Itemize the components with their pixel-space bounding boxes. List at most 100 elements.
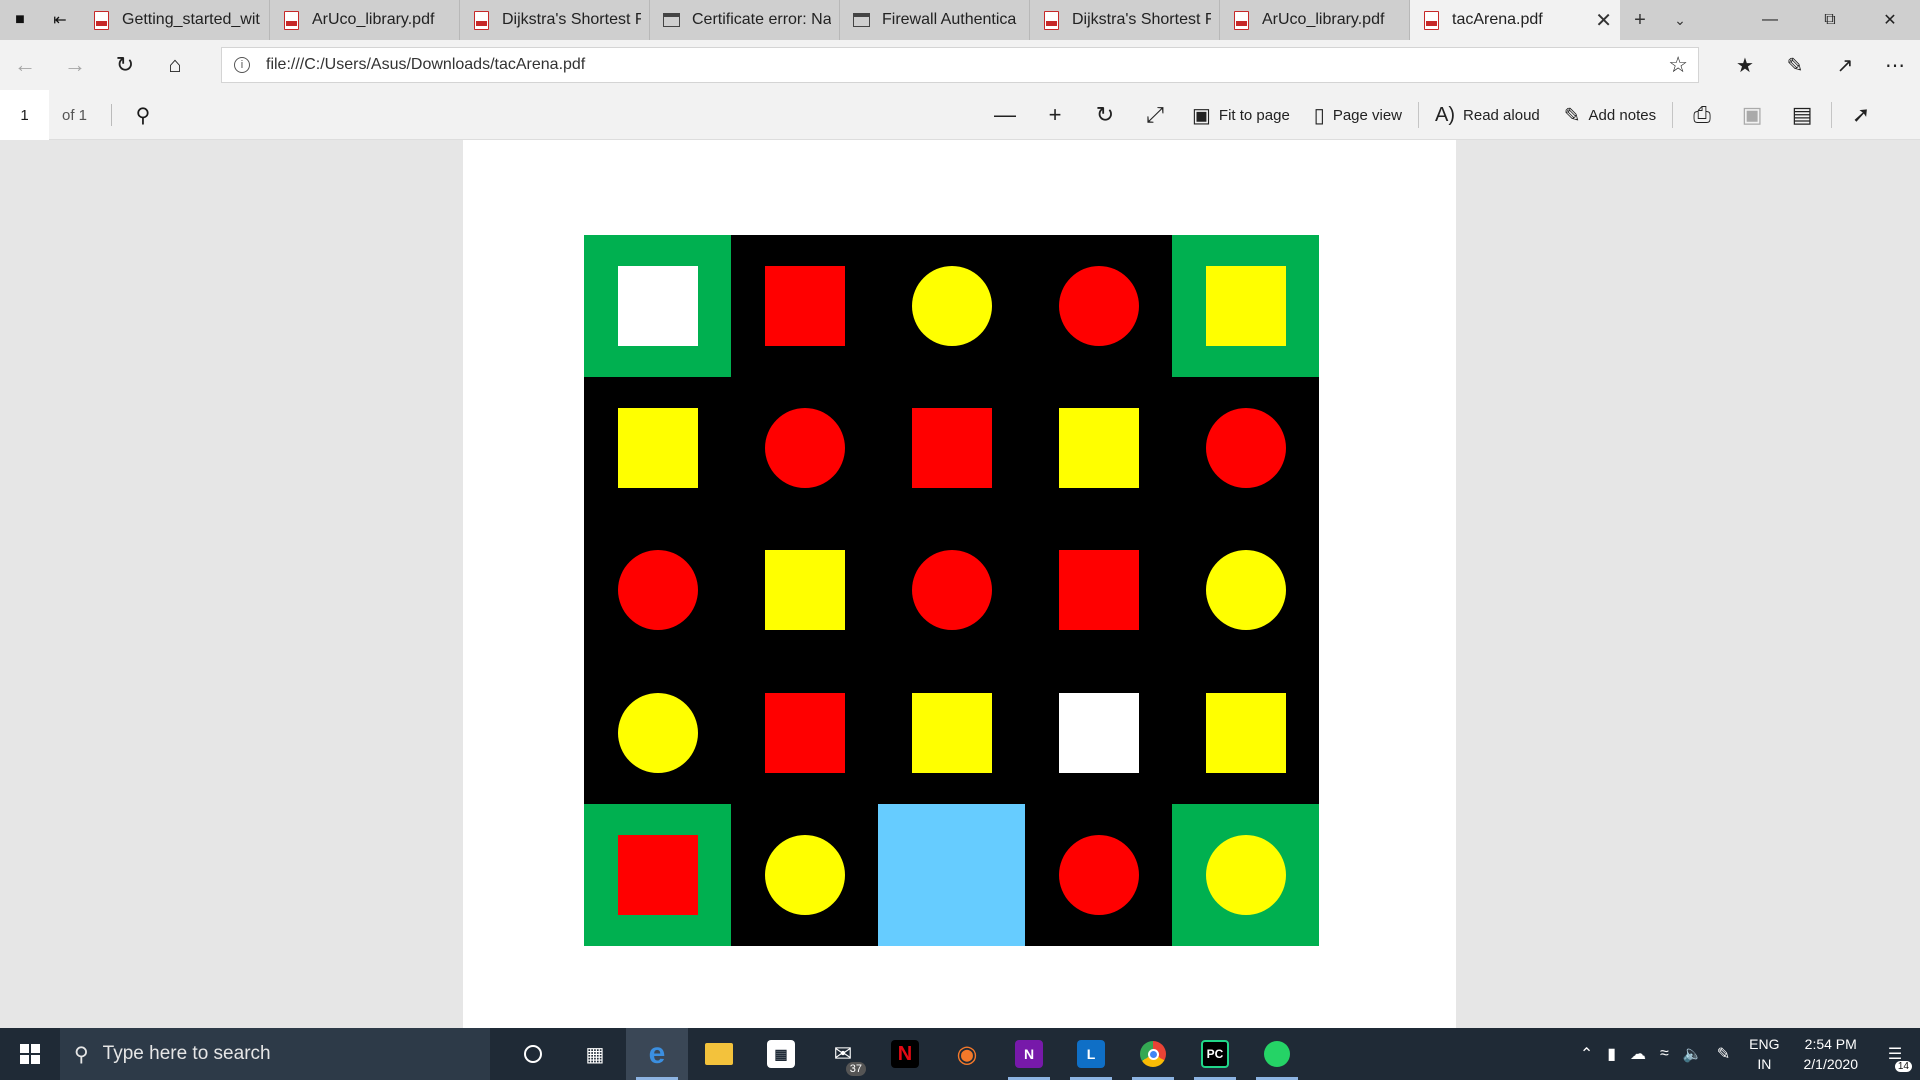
new-tab-icon[interactable]: + xyxy=(1620,0,1660,40)
info-icon[interactable]: i xyxy=(234,57,250,73)
tab-dijkstra-2[interactable]: Dijkstra's Shortest F xyxy=(1030,0,1220,40)
share-icon[interactable]: ↗ xyxy=(1820,40,1870,90)
onenote-icon[interactable]: N xyxy=(998,1028,1060,1080)
task-view-icon[interactable]: ▦ xyxy=(564,1028,626,1080)
arena-cell-r5-c3 xyxy=(878,803,1025,946)
add-notes-button[interactable]: ✎ Add notes xyxy=(1552,90,1668,140)
arena-cell-r4-c4 xyxy=(1025,661,1172,804)
arena-cell-r4-c5 xyxy=(1172,661,1319,804)
url-input[interactable]: i file:///C:/Users/Asus/Downloads/tacAre… xyxy=(221,47,1699,83)
mail-badge: 37 xyxy=(845,1062,866,1076)
arena-cell-r3-c5 xyxy=(1172,519,1319,662)
taskbar-search-box[interactable]: ⚲ Type here to search xyxy=(60,1028,490,1080)
windows-logo-icon xyxy=(20,1044,40,1064)
tab-tacarena[interactable]: tacArena.pdf ✕ xyxy=(1410,0,1620,40)
battery-icon[interactable]: ▮ xyxy=(1600,1028,1623,1080)
tab-aruco-library[interactable]: ArUco_library.pdf xyxy=(270,0,460,40)
chevron-down-icon[interactable]: ⌄ xyxy=(1660,0,1700,40)
yellow-circle xyxy=(1205,834,1286,915)
tab-actions-icon[interactable]: ■ xyxy=(0,0,40,40)
fit-to-page-button[interactable]: ▣ Fit to page xyxy=(1180,90,1302,140)
fullscreen-icon[interactable]: ⤢ xyxy=(1130,90,1180,140)
home-icon[interactable]: ⌂ xyxy=(150,40,200,90)
wifi-icon[interactable]: ≈ xyxy=(1653,1028,1676,1080)
red-circle xyxy=(911,550,992,631)
arena-cell-r3-c3 xyxy=(878,519,1025,662)
store-icon[interactable]: ▦ xyxy=(750,1028,812,1080)
page-view-icon: ▯ xyxy=(1313,104,1325,127)
edge-icon[interactable]: e xyxy=(626,1028,688,1080)
red-square xyxy=(617,834,698,915)
more-icon[interactable]: ⋯ xyxy=(1870,40,1920,90)
chrome-icon[interactable] xyxy=(1122,1028,1184,1080)
red-square xyxy=(911,408,992,489)
forward-arrow-icon[interactable]: → xyxy=(50,40,100,90)
minimize-icon[interactable]: — xyxy=(1740,0,1800,40)
arena-cell-r5-c2 xyxy=(731,803,878,946)
close-tab-icon[interactable]: ✕ xyxy=(1595,8,1612,33)
tab-firewall-auth[interactable]: Firewall Authentica xyxy=(840,0,1030,40)
action-center-icon[interactable]: ☰ 14 xyxy=(1870,1028,1920,1080)
volume-icon[interactable]: 🔈 xyxy=(1676,1028,1710,1080)
zoom-in-icon[interactable]: + xyxy=(1030,90,1080,140)
pin-toolbar-icon[interactable]: ➚ xyxy=(1836,90,1886,140)
tab-certificate-error[interactable]: Certificate error: Na xyxy=(650,0,840,40)
print-icon[interactable]: ⎙ xyxy=(1677,90,1727,140)
mail-icon[interactable]: ✉ 37 xyxy=(812,1028,874,1080)
arena-cell-r5-c5 xyxy=(1172,803,1319,946)
address-bar: ← → ↻ ⌂ i file:///C:/Users/Asus/Download… xyxy=(0,40,1920,90)
arena-grid xyxy=(584,235,1319,946)
show-hidden-icons-icon[interactable]: ⌃ xyxy=(1573,1028,1600,1080)
favorite-star-icon[interactable]: ☆ xyxy=(1668,52,1688,78)
save-as-icon[interactable]: ▤ xyxy=(1777,90,1827,140)
lync-icon[interactable]: L xyxy=(1060,1028,1122,1080)
tab-aruco-library-2[interactable]: ArUco_library.pdf xyxy=(1220,0,1410,40)
rotate-icon[interactable]: ↻ xyxy=(1080,90,1130,140)
cortana-icon[interactable] xyxy=(502,1028,564,1080)
arena-cell-r1-c5 xyxy=(1172,235,1319,378)
yellow-square xyxy=(617,408,698,489)
page-count: of 1 xyxy=(62,106,88,124)
save-icon[interactable]: ▣ xyxy=(1727,90,1777,140)
blender-icon[interactable]: ◉ xyxy=(936,1028,998,1080)
red-square xyxy=(764,266,845,347)
red-square xyxy=(1058,550,1139,631)
yellow-square xyxy=(764,550,845,631)
pen-workspace-icon[interactable]: ✎ xyxy=(1710,1028,1737,1080)
tab-getting-started[interactable]: Getting_started_wit xyxy=(80,0,270,40)
page-number-input[interactable]: 1 xyxy=(0,90,49,140)
close-window-icon[interactable]: ✕ xyxy=(1860,0,1920,40)
start-button[interactable] xyxy=(0,1028,60,1080)
restore-icon[interactable]: ⧉ xyxy=(1800,0,1860,40)
clock[interactable]: 2:54 PM 2/1/2020 xyxy=(1792,1028,1871,1080)
back-arrow-icon[interactable]: ← xyxy=(0,40,50,90)
search-icon[interactable]: ⚲ xyxy=(128,90,158,140)
divider xyxy=(1831,102,1833,128)
favorites-icon[interactable]: ★ xyxy=(1720,40,1770,90)
arena-cell-r5-c1 xyxy=(584,803,731,946)
set-tabs-aside-icon[interactable]: ⇤ xyxy=(40,0,80,40)
language-indicator[interactable]: ENG IN xyxy=(1737,1028,1791,1080)
url-text: file:///C:/Users/Asus/Downloads/tacArena… xyxy=(266,56,586,73)
refresh-icon[interactable]: ↻ xyxy=(100,40,150,90)
pen-icon[interactable]: ✎ xyxy=(1770,40,1820,90)
onedrive-icon[interactable]: ☁ xyxy=(1623,1028,1653,1080)
zoom-out-icon[interactable]: — xyxy=(980,90,1030,140)
page-view-button[interactable]: ▯ Page view xyxy=(1302,90,1414,140)
red-circle xyxy=(1058,834,1139,915)
divider xyxy=(1418,102,1420,128)
netflix-icon[interactable]: N xyxy=(874,1028,936,1080)
yellow-square xyxy=(911,692,992,773)
arena-cell-r4-c1 xyxy=(584,661,731,804)
arena-cell-r2-c1 xyxy=(584,377,731,520)
pycharm-icon[interactable]: PC xyxy=(1184,1028,1246,1080)
read-aloud-button[interactable]: A) Read aloud xyxy=(1423,90,1552,140)
tab-dijkstra[interactable]: Dijkstra's Shortest F xyxy=(460,0,650,40)
file-explorer-icon[interactable] xyxy=(688,1028,750,1080)
search-icon: ⚲ xyxy=(74,1043,89,1066)
arena-cell-r3-c1 xyxy=(584,519,731,662)
red-circle xyxy=(617,550,698,631)
red-circle xyxy=(1205,408,1286,489)
whatsapp-icon[interactable] xyxy=(1246,1028,1308,1080)
yellow-square xyxy=(1205,266,1286,347)
